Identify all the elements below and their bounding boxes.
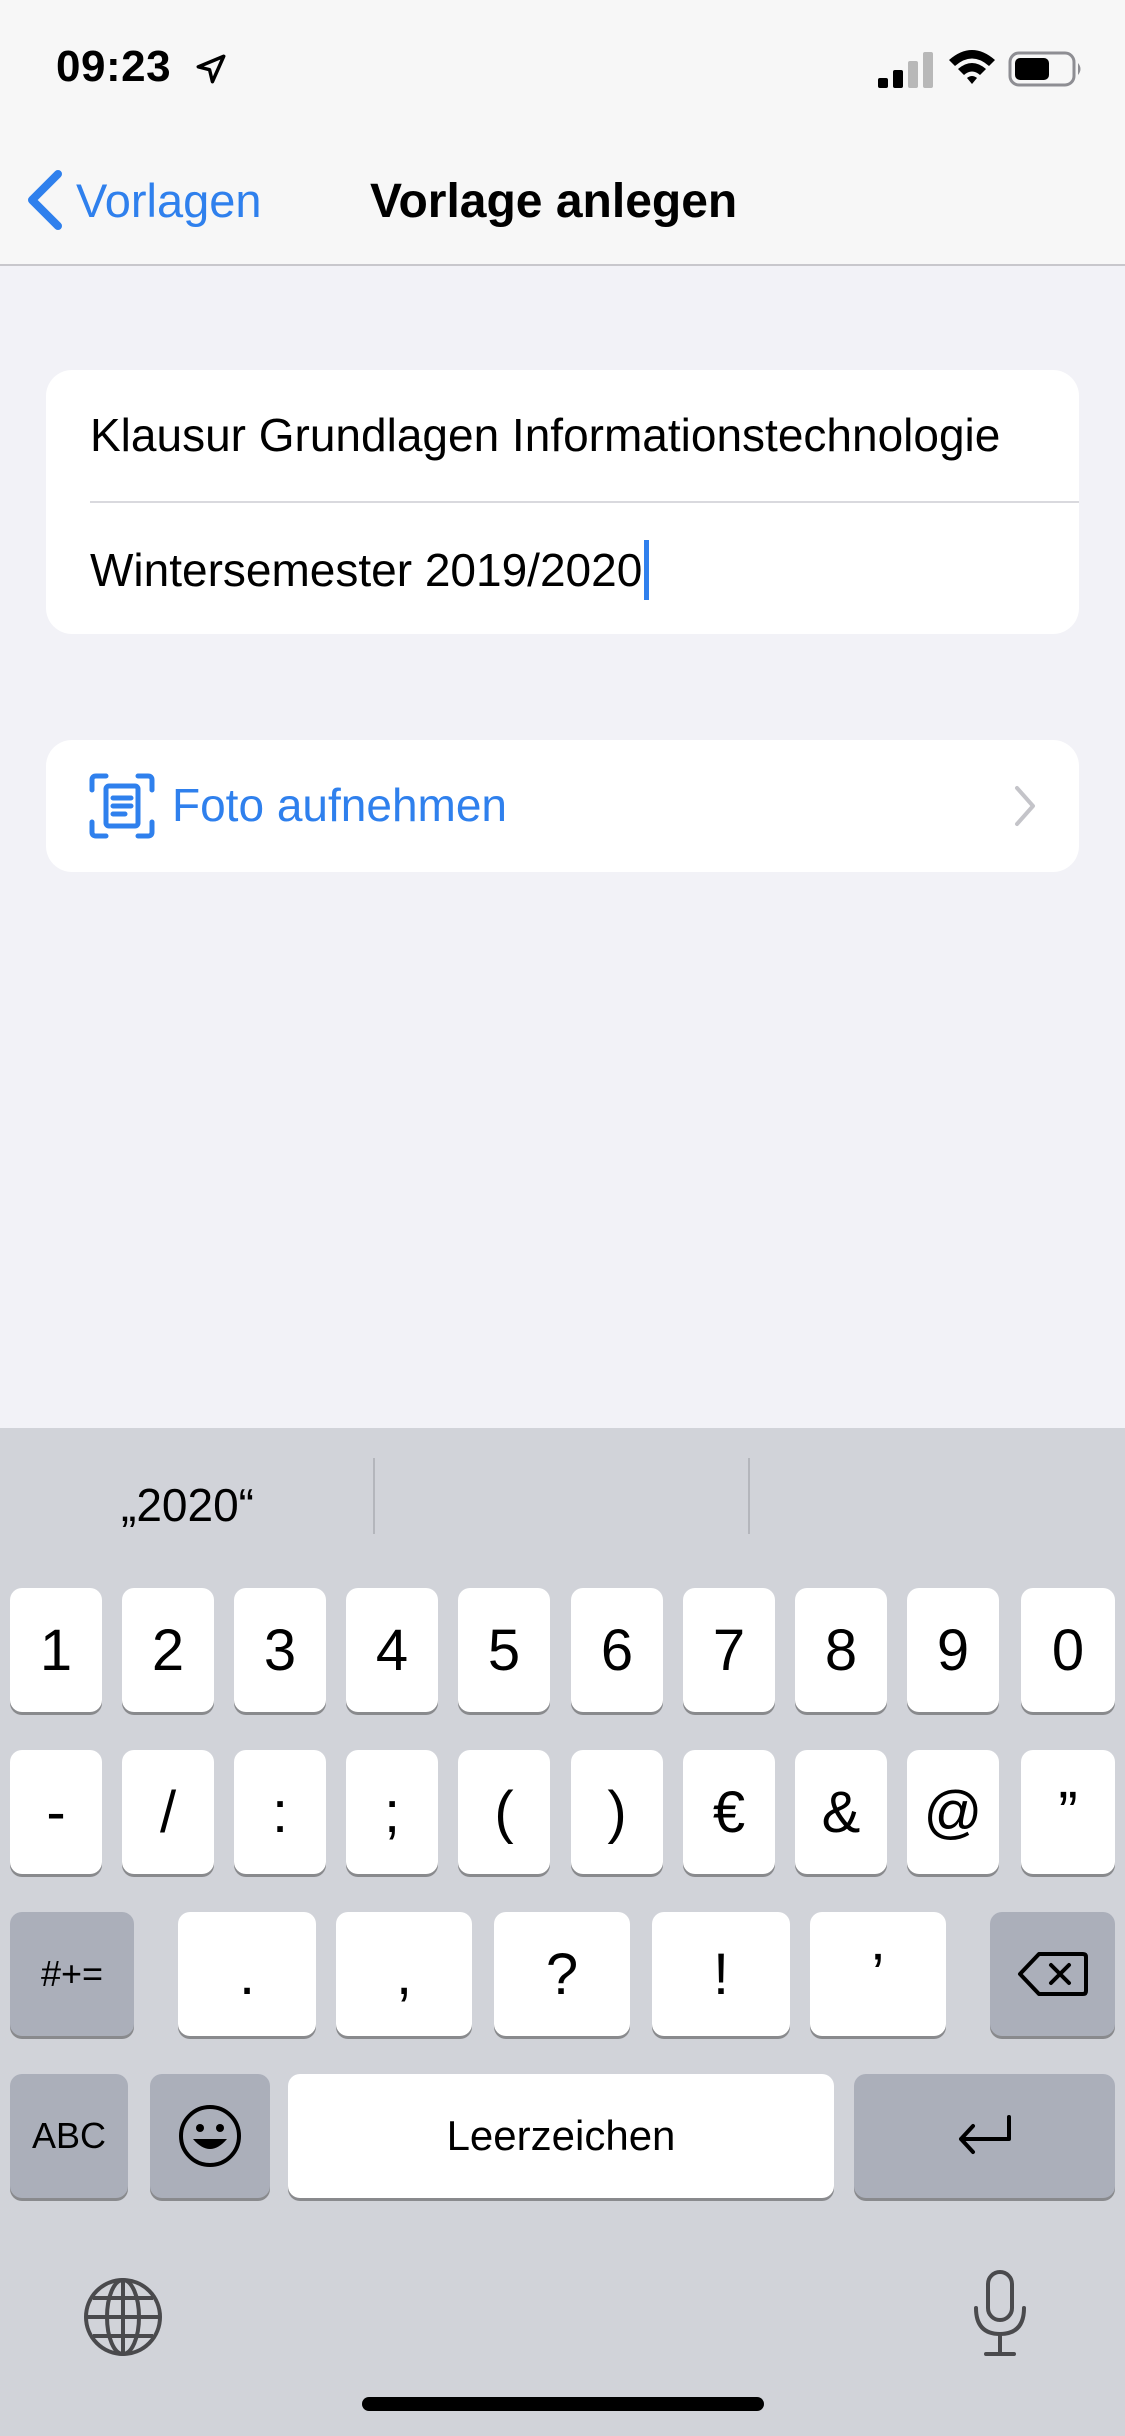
key-exclamation[interactable]: ! [652,1912,790,2036]
suggestion-divider [373,1458,375,1534]
key-emoji[interactable] [150,2074,270,2198]
key-space[interactable]: Leerzeichen [288,2074,834,2198]
key-7[interactable]: 7 [683,1588,775,1712]
suggestion-bar: „2020“ [0,1428,1125,1578]
key-8[interactable]: 8 [795,1588,887,1712]
battery-icon [1008,51,1081,87]
chevron-right-icon [1015,786,1035,826]
key-comma[interactable]: , [336,1912,472,2036]
key-question[interactable]: ? [494,1912,630,2036]
home-indicator[interactable] [362,2397,764,2411]
key-backspace[interactable] [990,1912,1115,2036]
keyboard: „2020“ 1 2 3 4 5 6 7 8 9 0 - / : ; ( ) €… [0,1428,1125,2436]
key-at[interactable]: @ [907,1750,999,1874]
return-icon [958,2115,1011,2154]
backspace-icon [1017,1952,1088,1996]
back-button[interactable]: Vorlagen [24,162,262,238]
globe-icon[interactable] [82,2276,164,2358]
wifi-icon [949,50,995,84]
key-ampersand[interactable]: & [795,1750,887,1874]
take-photo-label: Foto aufnehmen [172,779,508,831]
key-return[interactable] [854,2074,1115,2198]
suggestion-1[interactable]: „2020“ [0,1478,375,1532]
template-subtitle-value: Wintersemester 2019/2020 [90,544,643,596]
key-close-paren[interactable]: ) [571,1750,663,1874]
emoji-icon [179,2105,241,2167]
key-semicolon[interactable]: ; [346,1750,438,1874]
back-button-label: Vorlagen [76,173,262,227]
template-form-card: Klausur Grundlagen Informationstechnolog… [46,370,1079,634]
location-arrow-icon [196,54,226,84]
key-0[interactable]: 0 [1021,1588,1115,1712]
key-open-paren[interactable]: ( [458,1750,550,1874]
take-photo-row[interactable]: Foto aufnehmen [46,740,1079,872]
chevron-left-icon [28,170,62,230]
key-4[interactable]: 4 [346,1588,438,1712]
key-abc[interactable]: ABC [10,2074,128,2198]
key-period[interactable]: . [178,1912,316,2036]
key-hyphen[interactable]: - [10,1750,102,1874]
suggestion-divider [748,1458,750,1534]
cellular-signal-icon [878,52,933,88]
text-cursor [644,540,650,600]
key-6[interactable]: 6 [571,1588,663,1712]
key-euro[interactable]: € [683,1750,775,1874]
key-quote[interactable]: ” [1021,1750,1115,1874]
key-2[interactable]: 2 [122,1588,214,1712]
microphone-icon[interactable] [968,2268,1032,2360]
template-subtitle-field[interactable]: Wintersemester 2019/2020 [90,540,650,600]
key-apostrophe[interactable]: ’ [810,1912,946,2036]
status-bar: 09:23 [0,0,1125,140]
key-3[interactable]: 3 [234,1588,326,1712]
navigation-bar: Vorlagen Vorlage anlegen [0,140,1125,266]
key-slash[interactable]: / [122,1750,214,1874]
page-title: Vorlage anlegen [370,175,738,228]
document-scan-icon [89,773,155,839]
key-5[interactable]: 5 [458,1588,550,1712]
field-divider [90,501,1079,503]
template-title-field[interactable]: Klausur Grundlagen Informationstechnolog… [90,408,1000,462]
key-more-symbols[interactable]: #+= [10,1912,134,2036]
key-9[interactable]: 9 [907,1588,999,1712]
status-time: 09:23 [56,42,172,91]
key-colon[interactable]: : [234,1750,326,1874]
key-1[interactable]: 1 [10,1588,102,1712]
